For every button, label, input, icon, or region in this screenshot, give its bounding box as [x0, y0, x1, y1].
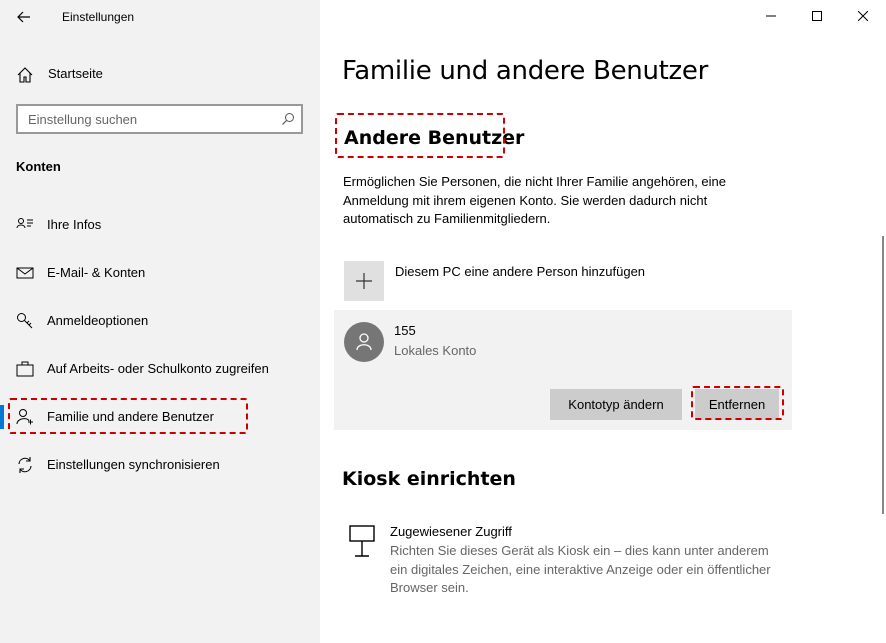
- search-icon[interactable]: [281, 112, 295, 126]
- back-button[interactable]: [10, 6, 38, 28]
- maximize-button[interactable]: [794, 0, 840, 32]
- plus-icon: [356, 273, 372, 289]
- scrollbar[interactable]: [882, 236, 884, 514]
- sidebar-item-label: Ihre Infos: [47, 217, 102, 232]
- maximize-icon: [812, 11, 822, 21]
- kiosk-icon: [349, 525, 375, 557]
- briefcase-icon: [16, 361, 34, 377]
- section-heading: Konten: [16, 159, 61, 174]
- app-title: Einstellungen: [62, 10, 135, 24]
- sidebar-item-your-info[interactable]: Ihre Infos: [0, 205, 320, 245]
- key-icon: [17, 313, 33, 329]
- sidebar-item-sync-settings[interactable]: Einstellungen synchronisieren: [0, 445, 320, 485]
- add-tile: [344, 261, 384, 301]
- sidebar-item-label: Familie und andere Benutzer: [47, 409, 214, 424]
- minimize-button[interactable]: [748, 0, 794, 32]
- other-users-heading: Andere Benutzer: [344, 127, 525, 149]
- sidebar-item-sign-in-options[interactable]: Anmeldeoptionen: [0, 301, 320, 341]
- title-bar: Einstellungen: [0, 0, 320, 34]
- close-button[interactable]: [840, 0, 886, 32]
- assigned-access-description: Richten Sie dieses Gerät als Kiosk ein –…: [390, 543, 771, 595]
- add-other-person-label: Diesem PC eine andere Person hinzufügen: [395, 264, 646, 279]
- user-name: 155: [394, 323, 416, 338]
- minimize-icon: [766, 15, 776, 17]
- main-content: Familie und andere Benutzer Andere Benut…: [320, 0, 886, 643]
- change-account-type-button[interactable]: Kontotyp ändern: [550, 389, 682, 420]
- sidebar-item-email-accounts[interactable]: E-Mail- & Konten: [0, 253, 320, 293]
- sidebar: Einstellungen Startseite Konten Ihre Inf…: [0, 0, 320, 643]
- settings-search[interactable]: [16, 104, 303, 134]
- user-account-card[interactable]: 155 Lokales Konto Kontotyp ändern Entfer…: [334, 310, 792, 430]
- assigned-access-item[interactable]: Zugewiesener Zugriff Richten Sie dieses …: [344, 521, 784, 601]
- person-icon: [356, 333, 372, 351]
- search-input[interactable]: [18, 106, 268, 132]
- avatar: [344, 322, 384, 362]
- sidebar-item-label: Einstellungen synchronisieren: [47, 457, 220, 472]
- kiosk-heading: Kiosk einrichten: [342, 468, 516, 490]
- mail-icon: [16, 267, 34, 279]
- add-other-person-button[interactable]: Diesem PC eine andere Person hinzufügen: [344, 261, 764, 301]
- sidebar-item-label: Auf Arbeits- oder Schulkonto zugreifen: [47, 361, 269, 376]
- back-arrow-icon: [17, 11, 30, 23]
- person-card-icon: [16, 218, 33, 229]
- home-label: Startseite: [48, 66, 103, 81]
- assigned-access-label: Zugewiesener Zugriff: [390, 524, 512, 539]
- home-nav-item[interactable]: Startseite: [0, 60, 320, 88]
- close-icon: [858, 11, 868, 21]
- sidebar-item-label: Anmeldeoptionen: [47, 313, 149, 328]
- user-account-type: Lokales Konto: [394, 343, 477, 358]
- sync-icon: [18, 457, 32, 473]
- remove-button[interactable]: Entfernen: [695, 389, 779, 420]
- page-title: Familie und andere Benutzer: [342, 56, 708, 86]
- person-add-icon: [16, 409, 33, 425]
- sidebar-item-label: E-Mail- & Konten: [47, 265, 146, 280]
- sidebar-item-family-users[interactable]: Familie und andere Benutzer: [0, 397, 320, 437]
- home-icon: [17, 67, 33, 83]
- sidebar-item-work-school[interactable]: Auf Arbeits- oder Schulkonto zugreifen: [0, 349, 320, 389]
- other-users-description: Ermöglichen Sie Personen, die nicht Ihre…: [343, 174, 726, 226]
